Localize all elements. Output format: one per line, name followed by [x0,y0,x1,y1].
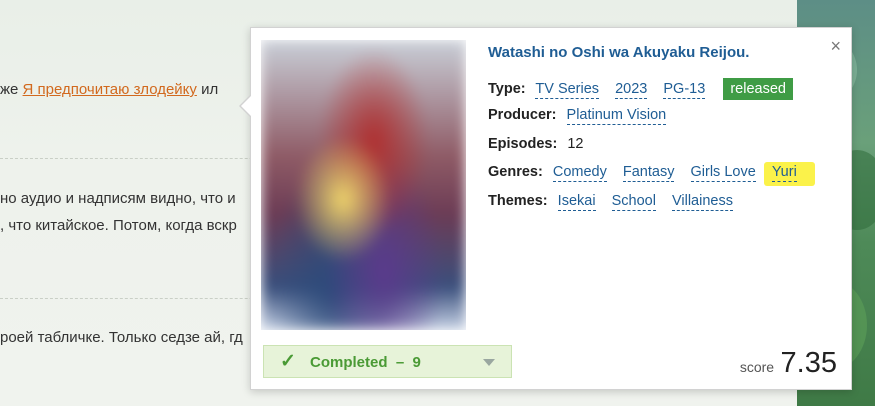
producer-label: Producer: [488,107,557,123]
type-row: Type: TV Series 2023 PG-13 released [488,78,793,100]
chevron-down-icon[interactable] [483,359,495,366]
score: score 7.35 [740,347,837,380]
bg-text-line-4: роей табличке. Только седзе ай, гд [0,329,243,346]
genre-link-comedy[interactable]: Comedy [552,164,607,182]
anime-tooltip-popup: × Watashi no Oshi wa Akuyaku Reijou. Typ… [239,27,852,390]
producer-link[interactable]: Platinum Vision [566,107,667,125]
year-link[interactable]: 2023 [615,81,648,99]
producer-row: Producer: Platinum Vision [488,107,678,125]
type-label: Type: [488,81,526,97]
episodes-value: 12 [567,136,584,152]
score-value: 7.35 [780,347,837,379]
anime-title[interactable]: Watashi no Oshi wa Akuyaku Reijou. [488,44,749,61]
genres-label: Genres: [488,164,543,180]
genre-link-fantasy[interactable]: Fantasy [622,164,675,182]
bg-link[interactable]: Я предпочитаю злодейку [23,81,197,98]
theme-link-isekai[interactable]: Isekai [557,193,596,211]
episodes-row: Episodes: 12 [488,136,583,152]
list-status-dropdown[interactable]: ✓ Completed – 9 [263,345,512,378]
genre-link-girls-love[interactable]: Girls Love [690,164,756,182]
close-icon[interactable]: × [830,37,841,55]
score-label: score [739,359,775,375]
poster-image[interactable] [261,40,466,330]
bg-text: ил [196,81,219,98]
list-status-text: Completed – 9 [310,354,421,371]
poster-artwork [261,40,466,330]
genres-row: Genres: Comedy Fantasy Girls Love Yuri [488,162,815,186]
bg-text-line-1: же Я предпочитаю злодейку ил [0,81,218,98]
episodes-label: Episodes: [488,136,558,152]
check-icon: ✓ [280,351,296,372]
themes-row: Themes: Isekai School Villainess [488,193,745,211]
bg-text-line-3: , что китайское. Потом, когда вскр [0,217,237,234]
genre-link-yuri[interactable]: Yuri [771,164,797,182]
status-badge: released [723,78,793,100]
type-link[interactable]: TV Series [535,81,600,99]
themes-label: Themes: [488,193,548,209]
theme-link-school[interactable]: School [611,193,656,211]
rating-link[interactable]: PG-13 [663,81,706,99]
highlight-marker: Yuri [763,162,815,186]
popup-arrow-inner [241,96,251,116]
theme-link-villainess[interactable]: Villainess [671,193,733,211]
bg-text-line-2: но аудио и надписям видно, что и [0,190,236,207]
bg-text: же [0,81,23,98]
